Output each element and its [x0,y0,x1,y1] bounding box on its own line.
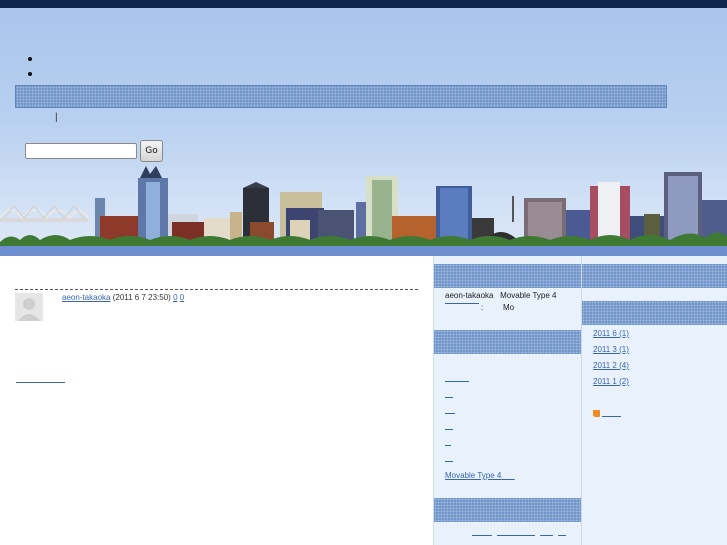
post-meta: aeon-takaoka (2011 6 7 23:50) 0 0 [62,293,184,302]
header-menu [28,52,108,82]
author-colon: : [481,303,484,312]
skyline-image [0,166,727,256]
post-author-link[interactable]: aeon-takaoka [62,293,110,302]
sidebar-mid-header-1 [434,264,581,288]
post-comments-link[interactable]: 0 [173,293,177,302]
avatar-icon [15,293,43,321]
author-info-more: Mo [503,303,515,312]
main-content: aeon-takaoka (2011 6 7 23:50) 0 0 [0,256,432,545]
sidebar-right: 2011 6 (1) 2011 3 (1) 2011 2 (4) 2011 1 … [581,256,727,545]
search-input[interactable] [25,143,137,159]
main-content-link[interactable] [16,374,65,383]
bottom-link-3[interactable] [540,535,553,536]
archive-link-2011-02[interactable]: 2011 2 (4) [593,361,629,370]
rss-icon[interactable] [593,410,600,417]
nav-separator: | [55,112,58,123]
rss-feed-link[interactable] [602,416,621,417]
bottom-link-2[interactable] [497,535,535,536]
sidebar-right-header-1 [582,264,727,288]
sidebar-mid-header-2 [434,330,581,354]
archives-header [582,301,727,325]
sidebar-link-5[interactable] [445,445,451,446]
post-trackbacks-link[interactable]: 0 [180,293,184,302]
sidebar-link-2[interactable] [445,397,453,398]
header-menu-item-2[interactable] [28,67,108,82]
archive-link-2011-01[interactable]: 2011 1 (2) [593,377,629,386]
sidebar-link-6[interactable] [445,461,453,462]
nav-bar[interactable] [15,85,667,108]
author-profile-link[interactable] [445,303,479,304]
sidebar-mid-header-3 [434,498,581,522]
sidebar-link-3[interactable] [445,413,455,414]
sidebar-link-4[interactable] [445,429,453,430]
top-bar [0,0,727,8]
movable-type-link[interactable]: Movable Type 4 [445,471,515,480]
sidebar-middle: aeon-takaoka Movable Type 4 : Mo Movable… [433,256,581,545]
post-divider [15,289,418,290]
sidebar-link-1[interactable] [445,381,469,382]
post-date: (2011 6 7 23:50) [112,293,171,302]
header-menu-item-1[interactable] [28,52,108,67]
author-info: aeon-takaoka Movable Type 4 [445,291,557,300]
archive-link-2011-03[interactable]: 2011 3 (1) [593,345,629,354]
archive-link-2011-06[interactable]: 2011 6 (1) [593,329,629,338]
bottom-link-1[interactable] [472,535,492,536]
header-banner: | Go [0,8,727,256]
bottom-link-4[interactable] [558,535,566,536]
